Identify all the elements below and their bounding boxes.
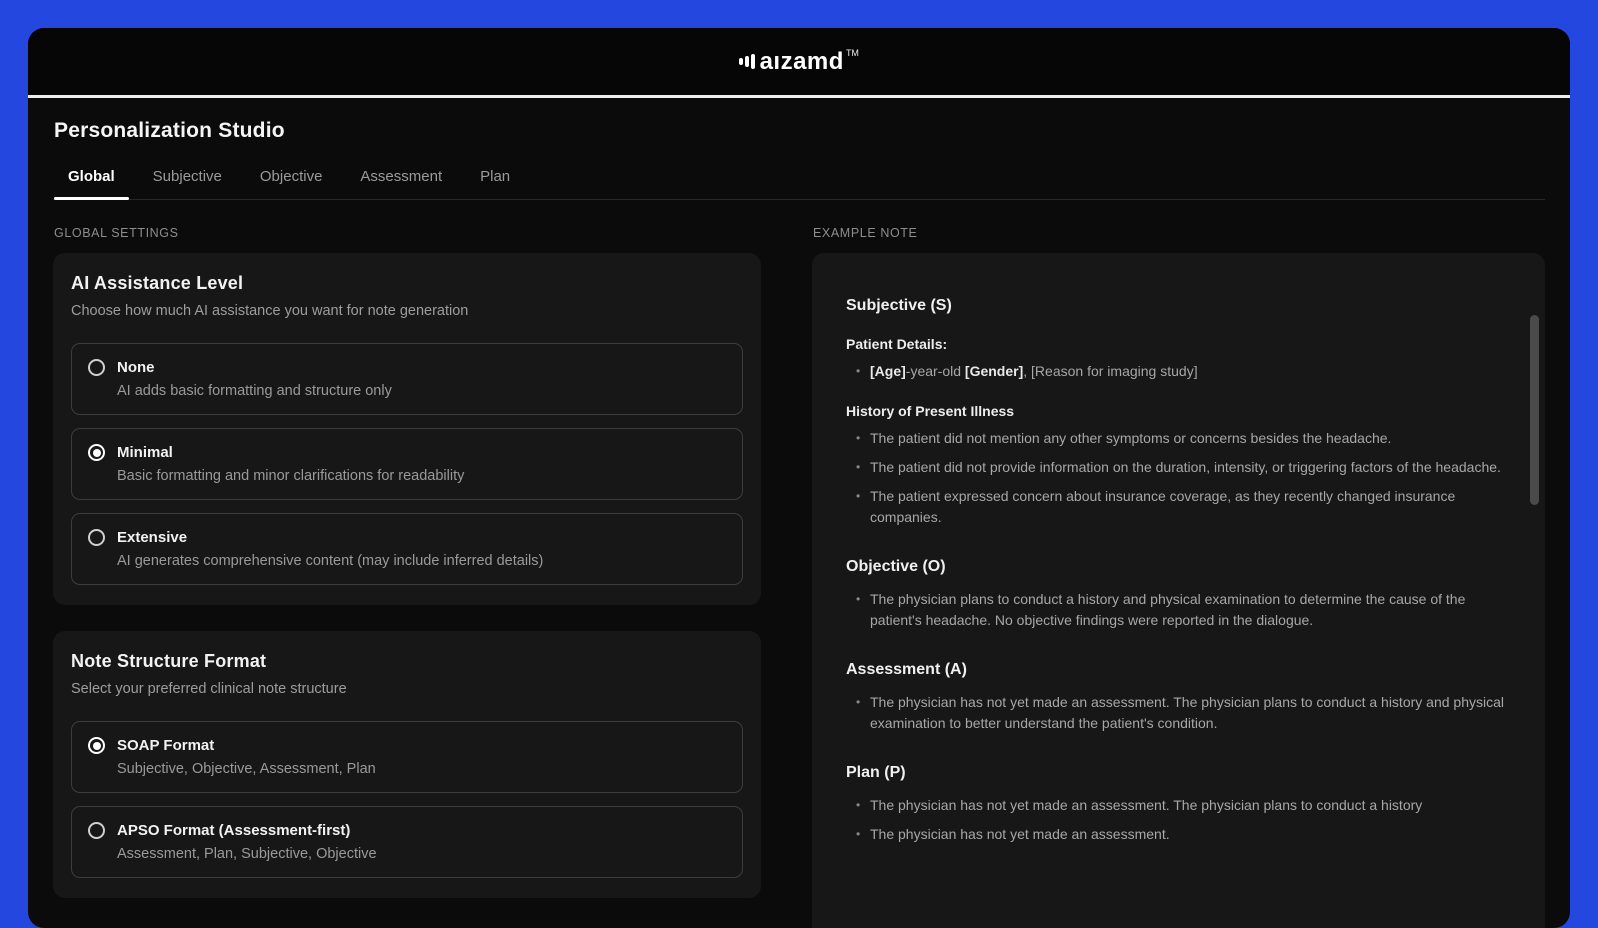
- option-row: SOAP Format: [88, 737, 726, 754]
- option-row: APSO Format (Assessment-first): [88, 822, 726, 839]
- tab-global[interactable]: Global: [68, 168, 115, 199]
- option-extensive[interactable]: Extensive AI generates comprehensive con…: [71, 513, 743, 585]
- option-none[interactable]: None AI adds basic formatting and struct…: [71, 343, 743, 415]
- option-label: Extensive: [117, 529, 187, 546]
- option-description: Basic formatting and minor clarification…: [117, 468, 726, 484]
- global-settings-label: GLOBAL SETTINGS: [53, 226, 761, 240]
- patient-details-item: [Age]-year-old [Gender], [Reason for ima…: [856, 361, 1511, 382]
- option-label: APSO Format (Assessment-first): [117, 822, 350, 839]
- option-label: SOAP Format: [117, 737, 214, 754]
- card-title: AI Assistance Level: [71, 273, 743, 294]
- option-description: AI generates comprehensive content (may …: [117, 553, 726, 569]
- radio-selected-icon[interactable]: [88, 737, 105, 754]
- objective-item: The physician plans to conduct a history…: [856, 589, 1511, 631]
- option-row: Minimal: [88, 444, 726, 461]
- page-content: Personalization Studio Global Subjective…: [28, 119, 1570, 928]
- objective-list: The physician plans to conduct a history…: [846, 589, 1511, 631]
- example-note-body: Subjective (S) Patient Details: [Age]-ye…: [846, 297, 1511, 845]
- card-subtitle: Select your preferred clinical note stru…: [71, 681, 743, 697]
- card-title: Note Structure Format: [71, 651, 743, 672]
- example-note-column: EXAMPLE NOTE Subjective (S) Patient Deta…: [811, 226, 1545, 928]
- card-subtitle: Choose how much AI assistance you want f…: [71, 303, 743, 319]
- option-row: None: [88, 359, 726, 376]
- plan-item: The physician has not yet made an assess…: [856, 795, 1511, 816]
- tab-plan[interactable]: Plan: [480, 168, 510, 199]
- radio-unselected-icon[interactable]: [88, 822, 105, 839]
- patient-details-list: [Age]-year-old [Gender], [Reason for ima…: [846, 361, 1511, 382]
- ai-assistance-level-card: AI Assistance Level Choose how much AI a…: [53, 253, 761, 605]
- patient-details-heading: Patient Details:: [846, 336, 1511, 352]
- example-note-label: EXAMPLE NOTE: [812, 226, 1545, 240]
- plan-item: The physician has not yet made an assess…: [856, 824, 1511, 845]
- option-label: None: [117, 359, 155, 376]
- radio-unselected-icon[interactable]: [88, 529, 105, 546]
- option-row: Extensive: [88, 529, 726, 546]
- example-note-card: Subjective (S) Patient Details: [Age]-ye…: [812, 253, 1545, 928]
- assessment-heading: Assessment (A): [846, 661, 1511, 679]
- main-columns: GLOBAL SETTINGS AI Assistance Level Choo…: [53, 226, 1545, 928]
- hpi-item: The patient did not provide information …: [856, 457, 1511, 478]
- app-header: aızamd TM: [28, 28, 1570, 98]
- settings-column: GLOBAL SETTINGS AI Assistance Level Choo…: [53, 226, 761, 898]
- brand-wordmark: aızamd: [760, 50, 844, 74]
- ai-assistance-options: None AI adds basic formatting and struct…: [71, 343, 743, 585]
- hpi-item: The patient expressed concern about insu…: [856, 486, 1511, 528]
- hpi-heading: History of Present Illness: [846, 403, 1511, 419]
- option-minimal[interactable]: Minimal Basic formatting and minor clari…: [71, 428, 743, 500]
- waveform-icon: [739, 54, 755, 69]
- tab-assessment[interactable]: Assessment: [360, 168, 442, 199]
- option-soap-format[interactable]: SOAP Format Subjective, Objective, Asses…: [71, 721, 743, 793]
- brand-logo: aızamd TM: [739, 50, 859, 74]
- hpi-item: The patient did not mention any other sy…: [856, 428, 1511, 449]
- tab-subjective[interactable]: Subjective: [153, 168, 222, 199]
- trademark-symbol: TM: [846, 48, 859, 58]
- tab-bar: Global Subjective Objective Assessment P…: [53, 168, 1545, 200]
- radio-unselected-icon[interactable]: [88, 359, 105, 376]
- tab-objective[interactable]: Objective: [260, 168, 323, 199]
- objective-heading: Objective (O): [846, 558, 1511, 576]
- plan-heading: Plan (P): [846, 764, 1511, 782]
- radio-selected-icon[interactable]: [88, 444, 105, 461]
- option-apso-format[interactable]: APSO Format (Assessment-first) Assessmen…: [71, 806, 743, 878]
- assessment-item: The physician has not yet made an assess…: [856, 692, 1511, 734]
- app-window: aızamd TM Personalization Studio Global …: [28, 28, 1570, 928]
- option-description: Subjective, Objective, Assessment, Plan: [117, 761, 726, 777]
- subjective-heading: Subjective (S): [846, 297, 1511, 315]
- note-structure-format-card: Note Structure Format Select your prefer…: [53, 631, 761, 898]
- option-description: AI adds basic formatting and structure o…: [117, 383, 726, 399]
- hpi-list: The patient did not mention any other sy…: [846, 428, 1511, 528]
- page-title: Personalization Studio: [54, 119, 1545, 143]
- plan-list: The physician has not yet made an assess…: [846, 795, 1511, 845]
- option-description: Assessment, Plan, Subjective, Objective: [117, 846, 726, 862]
- assessment-list: The physician has not yet made an assess…: [846, 692, 1511, 734]
- note-format-options: SOAP Format Subjective, Objective, Asses…: [71, 721, 743, 878]
- option-label: Minimal: [117, 444, 173, 461]
- scrollbar-thumb[interactable]: [1530, 315, 1539, 505]
